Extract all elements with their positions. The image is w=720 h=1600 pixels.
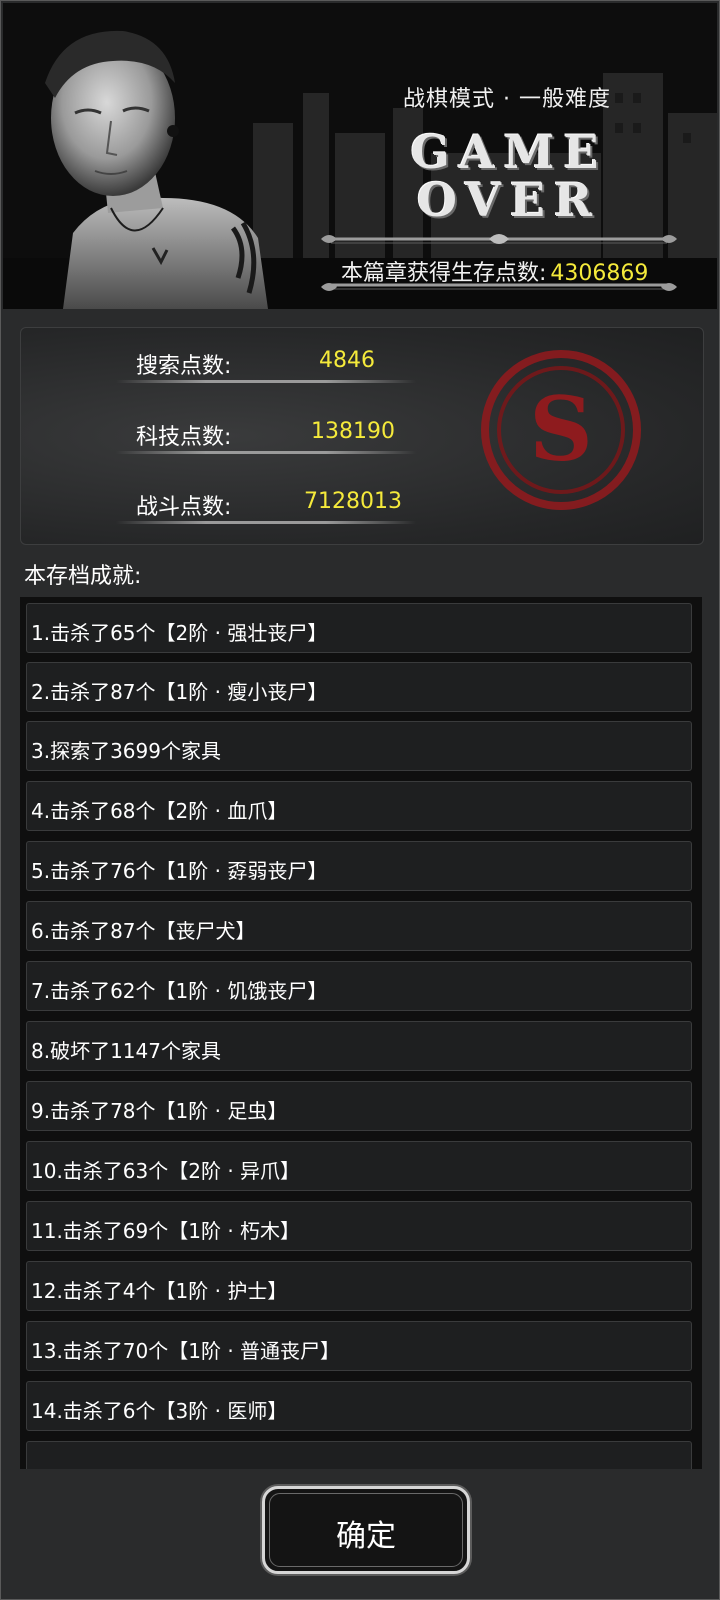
achievement-item: 14.击杀了6个【3阶 · 医师】 bbox=[26, 1381, 692, 1431]
achievement-item: 2.击杀了87个【1阶 · 瘦小丧尸】 bbox=[26, 662, 692, 712]
achievement-item: 10.击杀了63个【2阶 · 异爪】 bbox=[26, 1141, 692, 1191]
tech-points-row: 科技点数: 138190 bbox=[116, 413, 416, 454]
confirm-button-label: 确定 bbox=[336, 1519, 396, 1554]
ornament-divider-top bbox=[321, 234, 677, 244]
search-points-label: 搜索点数: bbox=[136, 354, 232, 379]
combat-points-row: 战斗点数: 7128013 bbox=[116, 483, 416, 524]
achievement-item: 6.击杀了87个【丧尸犬】 bbox=[26, 901, 692, 951]
game-over-title-line2: OVER bbox=[416, 173, 602, 227]
achievement-item: 7.击杀了62个【1阶 · 饥饿丧尸】 bbox=[26, 961, 692, 1011]
achievement-item-partial bbox=[26, 1441, 692, 1469]
tech-points-label: 科技点数: bbox=[136, 425, 232, 450]
search-points-row: 搜索点数: 4846 bbox=[116, 342, 416, 383]
row-underline bbox=[116, 380, 416, 383]
search-points-value: 4846 bbox=[319, 348, 375, 373]
confirm-button[interactable]: 确定 bbox=[262, 1486, 470, 1574]
achievement-item: 8.破坏了1147个家具 bbox=[26, 1021, 692, 1071]
game-over-title-line1: GAME bbox=[410, 125, 608, 179]
achievements-list[interactable]: 1.击杀了65个【2阶 · 强壮丧尸】 2.击杀了87个【1阶 · 瘦小丧尸】 … bbox=[20, 597, 702, 1469]
tech-points-value: 138190 bbox=[311, 419, 395, 444]
row-underline bbox=[116, 451, 416, 454]
achievement-item: 9.击杀了78个【1阶 · 足虫】 bbox=[26, 1081, 692, 1131]
combat-points-value: 7128013 bbox=[304, 489, 402, 514]
achievement-item: 13.击杀了70个【1阶 · 普通丧尸】 bbox=[26, 1321, 692, 1371]
row-underline bbox=[116, 521, 416, 524]
achievement-item: 5.击杀了76个【1阶 · 孬弱丧尸】 bbox=[26, 841, 692, 891]
grade-s-seal-icon: S bbox=[481, 350, 641, 510]
achievement-item: 12.击杀了4个【1阶 · 护士】 bbox=[26, 1261, 692, 1311]
mode-difficulty-label: 战棋模式 · 一般难度 bbox=[403, 87, 611, 112]
achievement-item: 11.击杀了69个【1阶 · 朽木】 bbox=[26, 1201, 692, 1251]
combat-points-label: 战斗点数: bbox=[136, 495, 232, 520]
achievement-item: 3.探索了3699个家具 bbox=[26, 721, 692, 771]
ornament-divider-bottom bbox=[321, 283, 677, 291]
achievements-title: 本存档成就: bbox=[24, 564, 142, 589]
achievement-item: 1.击杀了65个【2阶 · 强壮丧尸】 bbox=[26, 603, 692, 653]
survivor-portrait bbox=[45, 30, 268, 309]
game-over-banner: 战棋模式 · 一般难度 GAME OVER 本篇章获得生存点数: 4306869 bbox=[3, 3, 717, 309]
points-summary-panel: 搜索点数: 4846 科技点数: 138190 战斗点数: 7128013 S bbox=[20, 327, 704, 545]
seal-letter: S bbox=[529, 377, 593, 481]
achievement-item: 4.击杀了68个【2阶 · 血爪】 bbox=[26, 781, 692, 831]
